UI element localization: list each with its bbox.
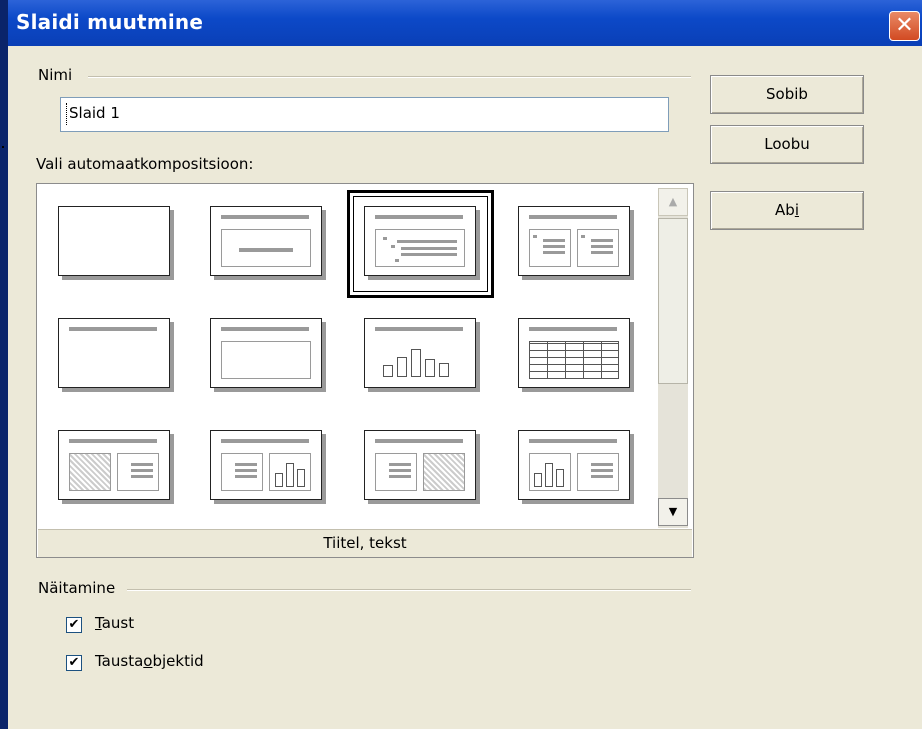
display-group-label: Näitamine (38, 579, 116, 597)
layout-title-table[interactable] (518, 318, 630, 388)
help-button-mnemonic: i (794, 201, 799, 219)
layout-title-only[interactable] (210, 206, 322, 276)
layout-title-two-texts[interactable] (518, 206, 630, 276)
text-caret (66, 103, 68, 125)
layout-title-clipart-text[interactable] (58, 430, 170, 500)
display-group-line (127, 589, 691, 591)
background-checkbox-label[interactable]: Taust (95, 614, 134, 632)
left-edge (0, 0, 8, 729)
slide-name-input[interactable]: Slaid 1 (60, 97, 669, 132)
scroll-up-button[interactable]: ▲ (658, 188, 688, 216)
arrow-up-icon: ▲ (668, 195, 678, 208)
help-button-label: Ab (775, 201, 795, 219)
close-icon: ✕ (895, 13, 914, 38)
background-objects-label[interactable]: Taustaobjektid (95, 652, 204, 670)
layout-title-text-clipart[interactable] (364, 430, 476, 500)
dialog-window: Slaidi muutmine ✕ Nimi Slaid 1 Vali auto… (0, 0, 922, 729)
help-button[interactable]: Abi (710, 191, 864, 230)
layout-title-chart-text[interactable] (518, 430, 630, 500)
objects-label-post: bjektid (152, 652, 204, 670)
background-objects-checkbox[interactable]: ✔ (66, 655, 82, 671)
ok-button[interactable]: Sobib (710, 75, 864, 114)
background-checkbox[interactable]: ✔ (66, 617, 82, 633)
layout-blank[interactable] (58, 206, 170, 276)
layout-title-text[interactable] (364, 206, 476, 276)
scroll-thumb[interactable] (658, 218, 688, 384)
name-group-line (88, 76, 691, 78)
layout-title-blank[interactable] (58, 318, 170, 388)
close-button[interactable]: ✕ (889, 11, 920, 41)
scroll-down-button[interactable]: ▼ (658, 498, 688, 526)
title-bar: Slaidi muutmine ✕ (0, 0, 922, 46)
dialog-title: Slaidi muutmine (16, 10, 204, 34)
layout-title-text-chart[interactable] (210, 430, 322, 500)
background-label-rest: aust (101, 614, 135, 632)
arrow-down-icon: ▼ (668, 505, 678, 518)
cancel-button[interactable]: Loobu (710, 125, 864, 164)
layout-caption: Tiitel, tekst (38, 529, 692, 557)
stray-dot (2, 146, 4, 148)
background-mnemonic: T (95, 614, 102, 632)
name-group-label: Nimi (38, 66, 73, 84)
layout-title-content[interactable] (210, 318, 322, 388)
layout-title-chart[interactable] (364, 318, 476, 388)
objects-label-pre: Tausta (95, 652, 144, 670)
layout-label: Vali automaatkompositsioon: (36, 155, 254, 173)
